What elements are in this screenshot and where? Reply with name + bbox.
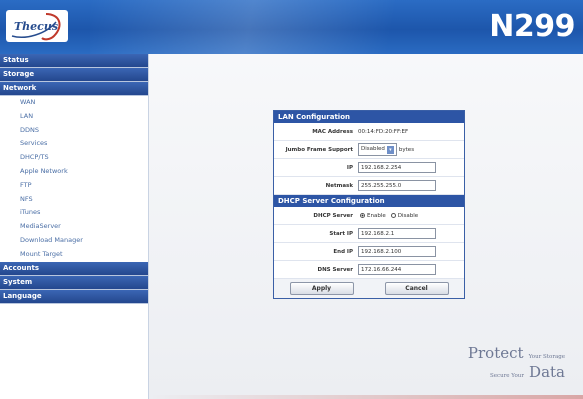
nav-item-mount-target[interactable]: Mount Target xyxy=(0,248,148,262)
dhcp-config-heading: DHCP Server Configuration xyxy=(274,195,464,207)
bottom-stripe xyxy=(149,395,583,399)
lan-ip-label: IP xyxy=(346,164,353,171)
tagline-protect: Protect xyxy=(467,344,524,362)
nav-category-language[interactable]: Language xyxy=(0,289,148,304)
apply-button[interactable]: Apply xyxy=(289,282,354,295)
nav-item-wan[interactable]: WAN xyxy=(0,96,148,110)
end-ip-row: End IP 192.168.2.100 xyxy=(274,243,464,261)
nav-item-nfs[interactable]: NFS xyxy=(0,193,148,207)
nav-item-itunes[interactable]: iTunes xyxy=(0,206,148,220)
cancel-button[interactable]: Cancel xyxy=(384,282,449,295)
nav-item-ddns[interactable]: DDNS xyxy=(0,124,148,138)
dhcp-server-label: DHCP Server xyxy=(313,212,353,219)
sidebar-nav: Status Storage Network WAN LAN DDNS Serv… xyxy=(0,54,149,399)
tagline-secure-your: Secure Your xyxy=(490,373,524,379)
header-highlight xyxy=(90,0,490,54)
main-content: LAN Configuration MAC Address 00:14:FD:2… xyxy=(149,54,583,399)
lan-ip-input[interactable]: 192.168.2.254 xyxy=(358,162,436,173)
dhcp-enable-radio[interactable] xyxy=(360,213,365,218)
nav-category-storage[interactable]: Storage xyxy=(0,68,148,82)
nav-item-dhcp-ts[interactable]: DHCP/TS xyxy=(0,151,148,165)
dhcp-disable-radio[interactable] xyxy=(390,213,396,218)
nav-item-download-manager[interactable]: Download Manager xyxy=(0,234,148,248)
tagline-your-storage: Your Storage xyxy=(528,354,565,360)
netmask-input[interactable]: 255.255.255.0 xyxy=(358,180,436,191)
dhcp-disable-label: Disable xyxy=(397,212,419,219)
mac-address-value: 00:14:FD:20:FF:EF xyxy=(358,128,409,135)
nav-item-media-server[interactable]: MediaServer xyxy=(0,220,148,234)
dhcp-enable-label: Enable xyxy=(367,212,386,219)
netmask-row: Netmask 255.255.255.0 xyxy=(274,177,464,195)
dhcp-server-row: DHCP Server Enable Disable xyxy=(274,207,464,225)
jumbo-frame-selected: Disabled xyxy=(361,146,385,152)
nav-category-status[interactable]: Status xyxy=(0,54,148,68)
jumbo-frame-label: Jumbo Frame Support xyxy=(285,146,353,153)
lan-config-heading: LAN Configuration xyxy=(274,111,464,123)
dns-server-row: DNS Server 172.16.66.244 xyxy=(274,261,464,279)
nav-item-apple-network[interactable]: Apple Network xyxy=(0,165,148,179)
protect-data-tagline: Protect Your Storage Secure Your Data xyxy=(468,343,565,381)
end-ip-input[interactable]: 192.168.2.100 xyxy=(358,246,436,257)
dns-server-label: DNS Server xyxy=(317,266,353,273)
nav-category-accounts[interactable]: Accounts xyxy=(0,261,148,276)
nav-category-network[interactable]: Network xyxy=(0,82,148,96)
jumbo-frame-unit: bytes xyxy=(398,146,415,153)
netmask-label: Netmask xyxy=(325,182,353,189)
nav-item-services[interactable]: Services xyxy=(0,137,148,151)
nav-item-ftp[interactable]: FTP xyxy=(0,179,148,193)
jumbo-frame-row: Jumbo Frame Support Disabled ▾ bytes xyxy=(274,141,464,159)
start-ip-label: Start IP xyxy=(329,230,353,237)
header-bar: Thecus N299 xyxy=(0,0,583,54)
jumbo-frame-select[interactable]: Disabled ▾ xyxy=(358,143,397,156)
nav-category-system[interactable]: System xyxy=(0,275,148,290)
config-panel: LAN Configuration MAC Address 00:14:FD:2… xyxy=(273,110,465,299)
logo-text: Thecus xyxy=(14,20,59,33)
end-ip-label: End IP xyxy=(333,248,353,255)
model-name: N299 xyxy=(489,9,575,44)
mac-address-row: MAC Address 00:14:FD:20:FF:EF xyxy=(274,123,464,141)
start-ip-input[interactable]: 192.168.2.1 xyxy=(358,228,436,239)
mac-address-label: MAC Address xyxy=(312,128,353,135)
brand-logo: Thecus xyxy=(6,10,68,42)
tagline-data: Data xyxy=(529,363,565,381)
nav-item-lan[interactable]: LAN xyxy=(0,110,148,124)
lan-ip-row: IP 192.168.2.254 xyxy=(274,159,464,177)
start-ip-row: Start IP 192.168.2.1 xyxy=(274,225,464,243)
action-buttons: Apply Cancel xyxy=(274,279,464,298)
network-submenu: WAN LAN DDNS Services DHCP/TS Apple Netw… xyxy=(0,96,148,262)
chevron-down-icon: ▾ xyxy=(386,145,394,154)
dns-server-input[interactable]: 172.16.66.244 xyxy=(358,264,436,275)
